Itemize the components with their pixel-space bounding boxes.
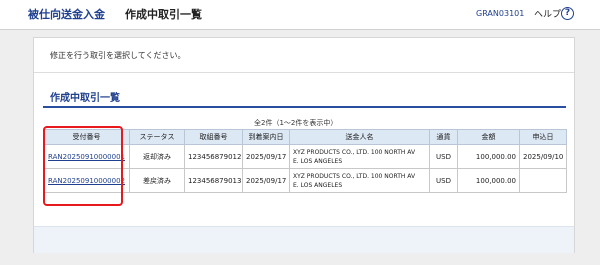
remitter-line: E. LOS ANGELES	[293, 157, 343, 165]
transaction-no-cell: 123456879012	[184, 144, 243, 169]
page-title: 作成中取引一覧	[125, 8, 202, 21]
remitter-line: E. LOS ANGELES	[293, 181, 343, 189]
brand-title: 被仕向送金入金	[28, 8, 105, 21]
screen-id: GRAN03101	[476, 9, 525, 18]
currency-cell: USD	[429, 168, 458, 193]
section-title: 作成中取引一覧	[50, 93, 120, 104]
amount-cell: 100,000.00	[457, 144, 520, 169]
column-header-status: ステータス	[129, 129, 185, 145]
arrival-date-cell: 2025/09/17	[242, 168, 290, 193]
transaction-no-cell: 123456879013	[184, 168, 243, 193]
remitter-line: XYZ PRODUCTS CO., LTD. 100 NORTH AV	[293, 172, 416, 180]
column-header-arrival-date: 到着案内日	[242, 129, 290, 145]
status-cell: 返却済み	[129, 144, 185, 169]
column-header-currency: 通貨	[429, 129, 458, 145]
remitter-line: XYZ PRODUCTS CO., LTD. 100 NORTH AV	[293, 148, 416, 156]
result-count: 全2件（1～2件を表示中）	[254, 119, 338, 127]
column-header-remitter: 送金人名	[289, 129, 430, 145]
remitter-cell: XYZ PRODUCTS CO., LTD. 100 NORTH AV E. L…	[289, 168, 430, 193]
column-header-application-date: 申込日	[519, 129, 567, 145]
amount-cell: 100,000.00	[457, 168, 520, 193]
highlight-box	[43, 126, 123, 206]
currency-cell: USD	[429, 144, 458, 169]
divider	[34, 72, 574, 73]
section-underline	[43, 106, 566, 108]
application-date-cell	[519, 168, 567, 193]
remitter-cell: XYZ PRODUCTS CO., LTD. 100 NORTH AV E. L…	[289, 144, 430, 169]
application-date-cell: 2025/09/10	[519, 144, 567, 169]
question-circle-icon[interactable]: ?	[561, 7, 574, 20]
column-header-amount: 金額	[457, 129, 520, 145]
instruction-text: 修正を行う取引を選択してください。	[50, 51, 186, 60]
status-cell: 差戻済み	[129, 168, 185, 193]
top-bar: 被仕向送金入金 作成中取引一覧 GRAN03101 ヘルプ ?	[0, 0, 600, 30]
arrival-date-cell: 2025/09/17	[242, 144, 290, 169]
column-header-transaction-no: 取組番号	[184, 129, 243, 145]
help-link[interactable]: ヘルプ	[534, 7, 561, 20]
bottom-action-strip	[34, 226, 574, 253]
